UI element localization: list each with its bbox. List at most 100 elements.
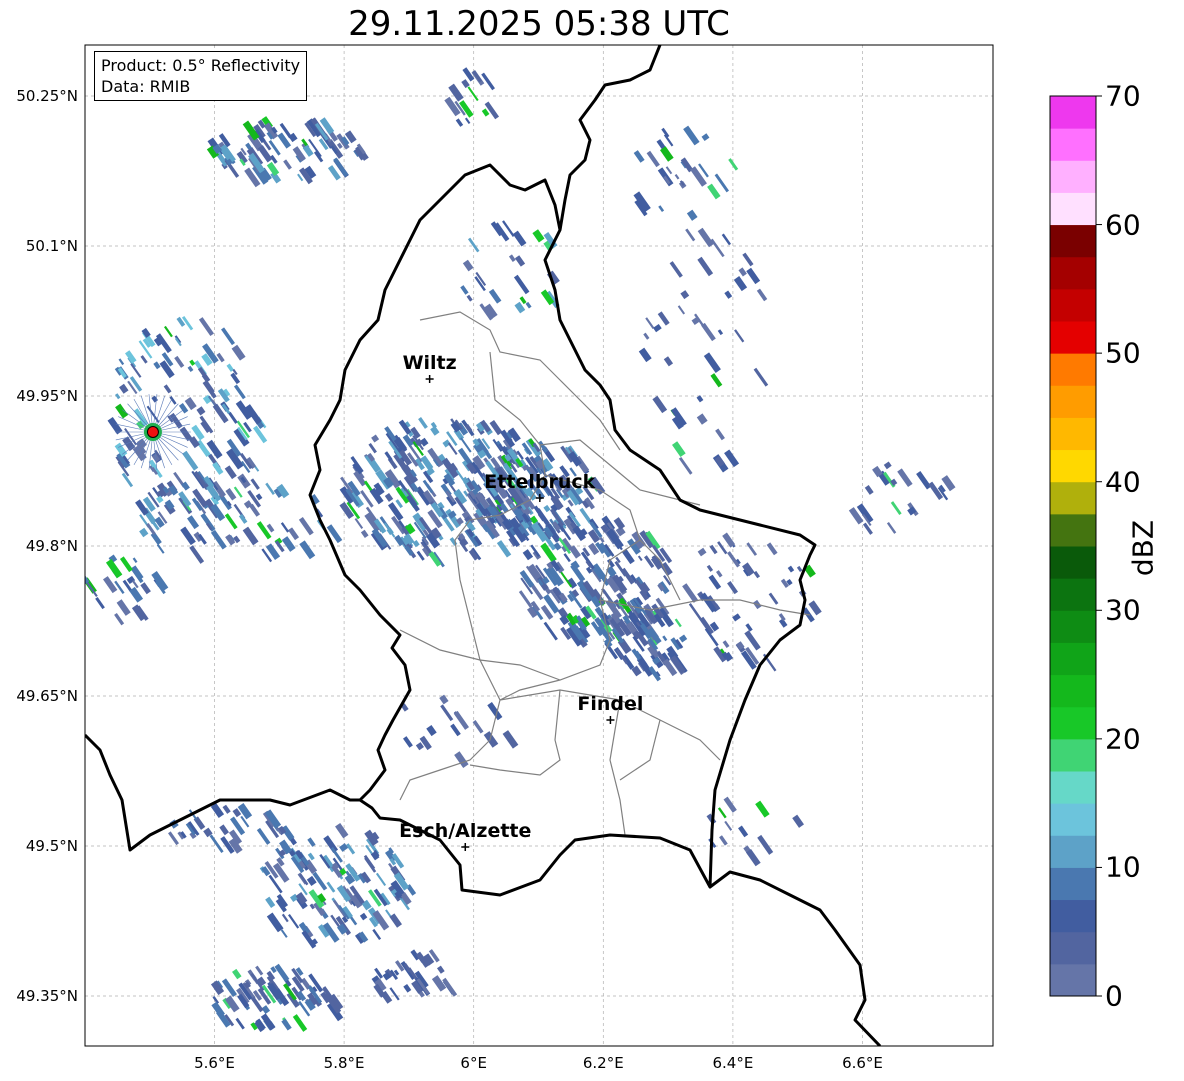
echo-cell bbox=[371, 434, 380, 443]
echo-cell bbox=[307, 837, 316, 847]
colorbar-bin bbox=[1050, 738, 1096, 772]
echo-cell bbox=[403, 736, 413, 748]
echo-cell bbox=[716, 570, 723, 578]
echo-cell bbox=[146, 405, 160, 424]
echo-cell bbox=[200, 512, 216, 532]
echo-cell bbox=[416, 550, 425, 561]
echo-cell bbox=[512, 230, 527, 247]
colorbar-bin bbox=[1050, 481, 1096, 515]
echo-cell bbox=[132, 445, 147, 462]
echo-cell bbox=[151, 395, 159, 403]
echo-cell bbox=[225, 487, 237, 501]
country-borders bbox=[85, 45, 882, 1046]
echo-cell bbox=[690, 166, 707, 187]
echo-cell bbox=[354, 517, 364, 529]
echo-cell bbox=[221, 978, 238, 998]
echo-cell bbox=[153, 361, 161, 370]
echo-cell bbox=[768, 592, 779, 605]
echo-cell bbox=[184, 397, 197, 411]
echo-cell bbox=[222, 804, 231, 814]
echo-cell bbox=[519, 296, 527, 305]
echo-cell bbox=[633, 150, 645, 163]
echo-cell bbox=[209, 834, 224, 853]
radar-map bbox=[84, 44, 1102, 1047]
echo-cell bbox=[890, 501, 902, 516]
echo-cell bbox=[701, 133, 710, 142]
echo-cell bbox=[778, 613, 786, 622]
echo-cell bbox=[674, 618, 682, 628]
echo-cell bbox=[292, 1014, 308, 1032]
echo-cell bbox=[543, 621, 558, 641]
echo-cell bbox=[453, 710, 470, 730]
echo-cell bbox=[658, 205, 665, 213]
echo-cell bbox=[756, 288, 768, 302]
echo-cell bbox=[335, 822, 349, 839]
echo-cell bbox=[645, 317, 655, 329]
colorbar-tick-label: 50 bbox=[1105, 336, 1141, 370]
echo-cell bbox=[638, 347, 652, 363]
echo-cell bbox=[403, 983, 412, 993]
echo-cell bbox=[674, 173, 680, 180]
lat-tick-label: 49.5°N bbox=[25, 837, 78, 855]
city-label: Esch/Alzette bbox=[399, 820, 532, 842]
echo-cell bbox=[455, 118, 464, 127]
echo-cell bbox=[307, 852, 315, 861]
colorbar bbox=[1049, 95, 1102, 997]
echo-cell bbox=[621, 654, 635, 670]
echo-cell bbox=[231, 344, 246, 361]
echo-cell bbox=[418, 417, 428, 429]
echo-cell bbox=[163, 384, 172, 394]
echo-cell bbox=[430, 425, 440, 436]
echo-cell bbox=[233, 384, 246, 400]
colorbar-bin bbox=[1050, 513, 1096, 547]
borders bbox=[85, 45, 882, 1046]
colorbar-bin bbox=[1050, 610, 1096, 643]
echo-cell bbox=[862, 522, 873, 535]
echo-cell bbox=[114, 613, 125, 626]
echo-cell bbox=[228, 411, 238, 424]
echo-cell bbox=[746, 542, 758, 556]
lat-tick-label: 49.95°N bbox=[16, 387, 78, 405]
echo-cell bbox=[288, 527, 300, 541]
lat-tick-label: 49.8°N bbox=[25, 537, 78, 555]
echo-cell bbox=[250, 478, 260, 490]
data-source-line: Data: RMIB bbox=[101, 77, 191, 96]
echo-cell bbox=[116, 599, 131, 616]
echo-cell bbox=[682, 583, 699, 603]
echo-cell bbox=[265, 482, 275, 495]
product-line: Product: 0.5° Reflectivity bbox=[101, 56, 301, 75]
echo-cell bbox=[383, 522, 396, 538]
echo-cell bbox=[680, 290, 690, 300]
echo-cell bbox=[274, 963, 290, 982]
echo-cell bbox=[745, 623, 753, 632]
echo-cell bbox=[460, 285, 469, 295]
echo-cell bbox=[708, 574, 722, 590]
echo-cell bbox=[762, 653, 777, 672]
echo-cell bbox=[481, 108, 490, 117]
lon-tick-label: 5.8°E bbox=[323, 1054, 365, 1072]
echo-cell bbox=[678, 456, 693, 475]
echo-cell bbox=[450, 421, 461, 433]
echo-cell bbox=[255, 493, 263, 501]
echo-cell bbox=[462, 259, 474, 272]
colorbar-tick-label: 60 bbox=[1105, 208, 1141, 242]
colorbar-bin bbox=[1050, 899, 1096, 933]
echo-cell bbox=[174, 355, 185, 368]
echo-cell bbox=[395, 499, 403, 509]
echo-cell bbox=[130, 363, 142, 378]
city-label: Ettelbruck bbox=[484, 471, 596, 493]
colorbar-tick-label: 10 bbox=[1105, 850, 1141, 884]
echo-cell bbox=[360, 529, 369, 539]
lon-tick-label: 6°E bbox=[460, 1054, 487, 1072]
echo-cell bbox=[722, 532, 736, 548]
echo-cell bbox=[757, 834, 774, 855]
echo-cell bbox=[532, 229, 545, 243]
echo-cell bbox=[808, 600, 822, 616]
echo-cell bbox=[232, 968, 242, 980]
colorbar-bin bbox=[1050, 706, 1096, 740]
echo-cell bbox=[461, 79, 470, 89]
echo-cell bbox=[210, 980, 225, 996]
echo-cell bbox=[472, 720, 484, 734]
lat-tick-label: 49.65°N bbox=[16, 687, 78, 705]
radar-site-dot bbox=[146, 426, 159, 438]
